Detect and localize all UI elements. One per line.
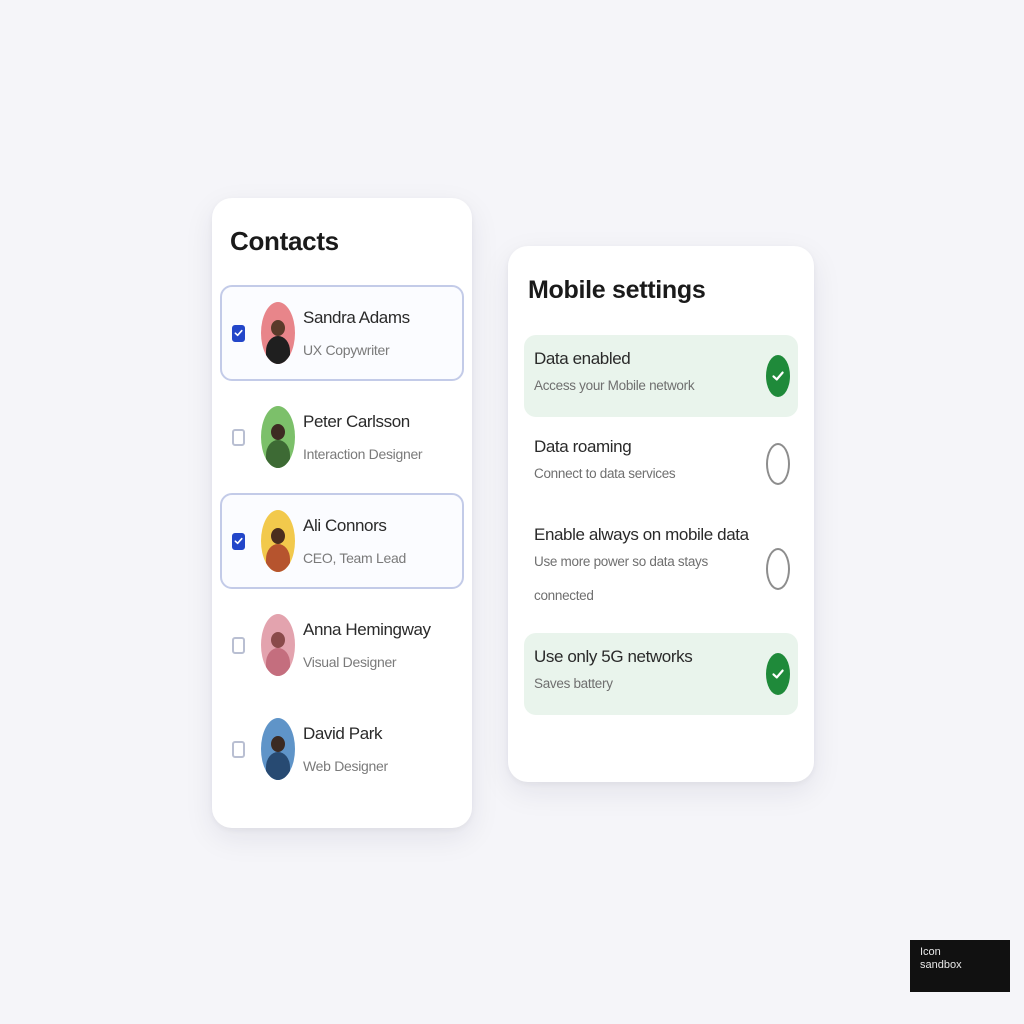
check-icon <box>234 329 243 337</box>
contact-name: Sandra Adams <box>303 308 410 327</box>
setting-title: Use only 5G networks <box>534 647 693 666</box>
contact-role: Visual Designer <box>303 654 397 670</box>
avatar <box>261 406 295 468</box>
setting-description: Saves battery <box>534 676 613 691</box>
mobile-settings-card: Mobile settings Data enabled Access your… <box>508 246 814 782</box>
setting-title: Data roaming <box>534 437 632 456</box>
radio-toggle[interactable] <box>766 548 790 590</box>
radio-toggle[interactable] <box>766 443 790 485</box>
avatar <box>261 302 295 364</box>
contact-role: CEO, Team Lead <box>303 550 406 566</box>
contact-row-2[interactable]: Peter Carlsson Interaction Designer <box>220 389 464 485</box>
contact-role: Web Designer <box>303 758 388 774</box>
check-icon <box>234 537 243 545</box>
stage: Contacts Sandra Adams UX Copywriter Pete… <box>0 0 1024 1024</box>
contact-name: Ali Connors <box>303 516 387 535</box>
setting-row-4[interactable]: Use only 5G networks Saves battery <box>524 633 798 715</box>
brand-badge: Icon sandbox <box>910 940 1010 992</box>
settings-title: Mobile settings <box>528 276 706 304</box>
setting-row-2[interactable]: Data roaming Connect to data services <box>524 423 798 505</box>
radio-toggle[interactable] <box>766 355 790 397</box>
avatar <box>261 718 295 780</box>
contacts-card: Contacts Sandra Adams UX Copywriter Pete… <box>212 198 472 828</box>
checkbox[interactable] <box>232 740 245 758</box>
setting-description: Access your Mobile network <box>534 378 695 393</box>
radio-toggle[interactable] <box>766 653 790 695</box>
contacts-title: Contacts <box>230 226 339 256</box>
setting-row-1[interactable]: Data enabled Access your Mobile network <box>524 335 798 417</box>
checkbox[interactable] <box>232 636 245 654</box>
contact-role: UX Copywriter <box>303 342 390 358</box>
checkbox[interactable] <box>232 324 245 342</box>
badge-line-2: sandbox <box>920 959 962 971</box>
contact-row-3[interactable]: Ali Connors CEO, Team Lead <box>220 493 464 589</box>
avatar <box>261 614 295 676</box>
contact-list: Sandra Adams UX Copywriter Peter Carlsso… <box>220 285 464 797</box>
checkbox[interactable] <box>232 532 245 550</box>
checkmark-icon <box>772 371 784 381</box>
contact-name: David Park <box>303 724 383 743</box>
contact-row-1[interactable]: Sandra Adams UX Copywriter <box>220 285 464 381</box>
setting-title: Enable always on mobile data <box>534 525 749 544</box>
contact-name: Peter Carlsson <box>303 412 410 431</box>
setting-title: Data enabled <box>534 349 631 368</box>
setting-list: Data enabled Access your Mobile network … <box>524 335 798 715</box>
checkmark-icon <box>772 669 784 679</box>
contact-name: Anna Hemingway <box>303 620 431 639</box>
contact-row-5[interactable]: David Park Web Designer <box>220 701 464 797</box>
setting-description: Use more power so data stays connected <box>534 554 708 603</box>
checkbox[interactable] <box>232 428 245 446</box>
avatar <box>261 510 295 572</box>
contact-row-4[interactable]: Anna Hemingway Visual Designer <box>220 597 464 693</box>
badge-line-1: Icon <box>920 946 941 958</box>
contact-role: Interaction Designer <box>303 446 423 462</box>
setting-description: Connect to data services <box>534 466 676 481</box>
setting-row-3[interactable]: Enable always on mobile data Use more po… <box>524 511 798 627</box>
